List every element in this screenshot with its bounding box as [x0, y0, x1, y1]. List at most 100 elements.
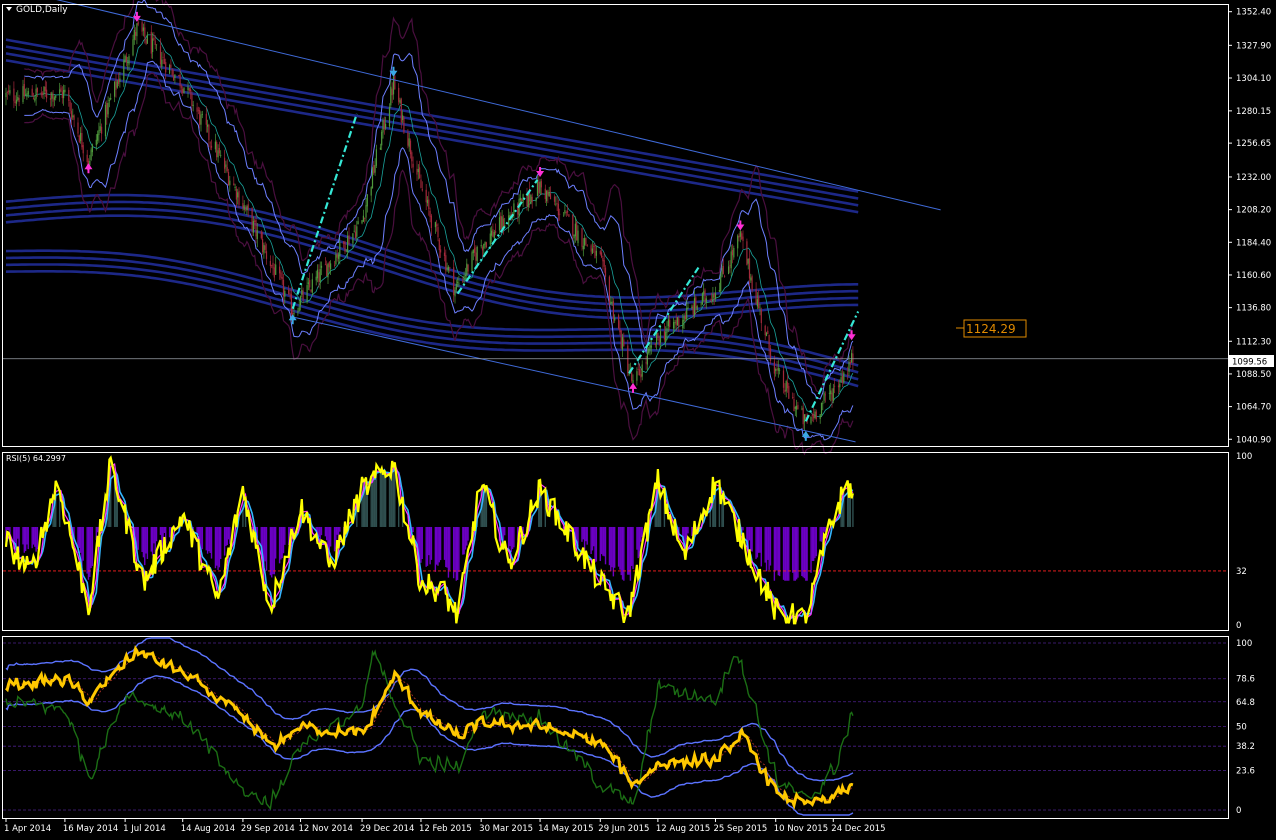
- dropdown-triangle-icon[interactable]: [6, 7, 12, 11]
- candle-body: [834, 385, 836, 387]
- up-arrow-icon: [629, 382, 638, 393]
- candle-body: [235, 188, 237, 200]
- rsi-histogram-bar: [760, 526, 762, 567]
- candle-body: [310, 289, 312, 292]
- candle-body: [13, 88, 15, 102]
- envelope-band-line: [5, 38, 859, 193]
- rsi-histogram-bar: [392, 467, 395, 527]
- rsi-histogram-bar: [623, 526, 625, 581]
- rsi-histogram-bar: [627, 526, 629, 575]
- candle-body: [246, 206, 248, 211]
- candle-body: [711, 299, 713, 300]
- candle-body: [567, 210, 569, 213]
- rsi-histogram-bar: [619, 526, 621, 570]
- candle-body: [370, 187, 372, 196]
- candle-body: [784, 389, 786, 392]
- rsi-histogram-bar: [443, 526, 446, 560]
- price-axis-label: 1088.50: [1236, 370, 1271, 380]
- price-axis-label: 1304.10: [1236, 74, 1271, 84]
- rsi-histogram-bar: [603, 526, 605, 557]
- candle-body: [693, 298, 696, 316]
- candle-body: [801, 408, 803, 410]
- candle-body: [208, 124, 210, 141]
- candle-body: [104, 105, 107, 137]
- candle-body: [170, 64, 172, 68]
- candle-body: [508, 215, 510, 226]
- candle-body: [243, 205, 245, 210]
- candle-body: [293, 312, 295, 315]
- candle-body: [549, 193, 552, 200]
- candle-body: [683, 316, 685, 322]
- candle-body: [813, 414, 815, 419]
- rsi-histogram-bar: [435, 526, 438, 565]
- candle-body: [773, 361, 775, 374]
- candle-body: [299, 296, 302, 306]
- rsi-histogram-bar: [608, 526, 611, 566]
- candle-body: [610, 301, 612, 305]
- rsi-histogram-bar: [429, 526, 431, 565]
- candle-body: [61, 91, 63, 99]
- candle-body: [649, 345, 651, 351]
- candle-body: [6, 92, 8, 93]
- candle-body: [95, 139, 97, 146]
- rsi-histogram-bar: [540, 493, 543, 527]
- candle-body: [823, 392, 825, 401]
- candle-body: [627, 345, 629, 374]
- bollinger-upper-line: [24, 0, 854, 400]
- candle-body: [124, 55, 126, 62]
- rsi-histogram-bar: [785, 526, 787, 581]
- candle-body: [115, 79, 117, 90]
- candle-body: [484, 241, 486, 245]
- rsi-histogram-bar: [145, 526, 147, 554]
- candle-body: [637, 369, 639, 370]
- rsi-histogram-bar: [628, 526, 630, 575]
- candle-body: [792, 397, 794, 398]
- candle-body: [547, 190, 549, 196]
- candle-body: [785, 381, 787, 392]
- candle-body: [820, 402, 823, 415]
- candle-body: [803, 414, 806, 423]
- candle-body: [8, 90, 10, 92]
- rsi-histogram-bar: [34, 526, 36, 547]
- candle-body: [730, 251, 732, 269]
- rsi-histogram-bar: [454, 526, 456, 573]
- channel-trend-line[interactable]: [6, 0, 941, 211]
- price-axis-label: 1136.80: [1236, 304, 1271, 314]
- candle-body: [539, 181, 541, 194]
- rsi-histogram-bar: [333, 526, 336, 552]
- rsi-histogram-bar: [265, 526, 268, 571]
- candle-body: [43, 86, 45, 94]
- candle-body: [595, 250, 597, 256]
- rsi-histogram-bar: [797, 526, 799, 578]
- candle-body: [260, 231, 262, 239]
- trend-dash-line[interactable]: [628, 266, 700, 374]
- rsi-histogram-bar: [687, 526, 689, 534]
- rsi-histogram-bar: [629, 526, 632, 581]
- rsi-histogram-bar: [144, 526, 146, 566]
- candle-body: [136, 23, 138, 37]
- trend-dash-line[interactable]: [456, 179, 539, 295]
- candle-body: [26, 93, 28, 97]
- price-axis-label: 1208.20: [1236, 206, 1271, 216]
- rsi-histogram-bar: [793, 526, 795, 581]
- rsi-histogram-bar: [820, 526, 823, 542]
- candle-body: [489, 233, 491, 245]
- rsi-histogram-bar: [209, 526, 211, 554]
- candle-body: [618, 315, 620, 329]
- candle-body: [411, 152, 413, 162]
- time-axis-label: 25 Sep 2015: [713, 824, 767, 834]
- time-axis-label: 10 Nov 2015: [774, 824, 828, 834]
- price-annotation: 1124.29: [956, 319, 1027, 338]
- rsi-histogram-bar: [848, 497, 850, 527]
- candle-body: [611, 302, 613, 303]
- rsi-histogram-bar: [467, 526, 469, 541]
- candle-body: [667, 319, 669, 327]
- rsi-histogram-bar: [751, 526, 753, 552]
- candle-body: [255, 219, 257, 237]
- candle-body: [264, 245, 266, 250]
- candle-body: [238, 190, 240, 205]
- candle-body: [183, 87, 185, 94]
- candle-body: [568, 214, 570, 217]
- candle-body: [205, 113, 207, 125]
- candle-body: [458, 283, 460, 285]
